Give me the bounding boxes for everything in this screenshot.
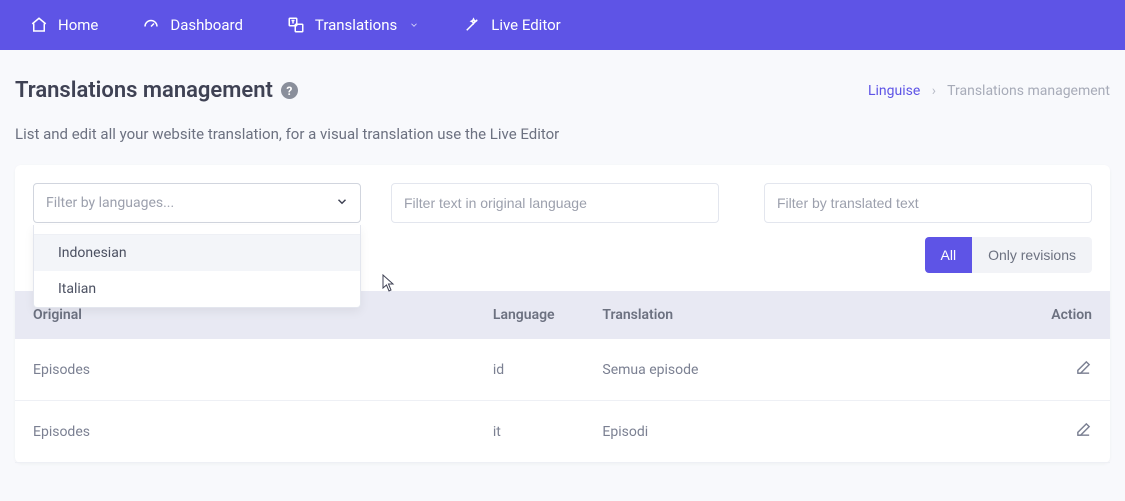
page-subtitle: List and edit all your website translati… xyxy=(0,103,1125,143)
th-language: Language xyxy=(475,291,585,339)
edit-icon[interactable] xyxy=(1075,359,1092,376)
nav-home[interactable]: Home xyxy=(8,0,120,50)
page-title: Translations management ? xyxy=(15,78,298,103)
cell-original: Episodes xyxy=(15,401,475,463)
cell-original: Episodes xyxy=(15,339,475,401)
dropdown-divider xyxy=(34,225,360,235)
original-text-filter[interactable] xyxy=(391,183,719,223)
dropdown-option-italian[interactable]: Italian xyxy=(34,271,360,307)
nav-home-label: Home xyxy=(58,16,98,34)
language-filter[interactable]: Filter by languages... Indonesian Italia… xyxy=(33,183,361,223)
nav-translations[interactable]: Translations xyxy=(265,0,441,50)
language-filter-placeholder: Filter by languages... xyxy=(46,195,174,211)
nav-dashboard-label: Dashboard xyxy=(170,16,243,34)
language-filter-input[interactable]: Filter by languages... xyxy=(33,183,361,223)
page-header: Translations management ? Linguise › Tra… xyxy=(0,50,1125,103)
top-nav: Home Dashboard Translations Live Editor xyxy=(0,0,1125,50)
translated-text-filter[interactable] xyxy=(764,183,1092,223)
breadcrumb: Linguise › Translations management xyxy=(868,83,1110,99)
filter-row: Filter by languages... Indonesian Italia… xyxy=(15,165,1110,223)
toggle-revisions[interactable]: Only revisions xyxy=(972,237,1092,273)
translate-icon xyxy=(287,16,305,34)
page-title-text: Translations management xyxy=(15,78,273,103)
revision-toggle: All Only revisions xyxy=(925,237,1092,273)
cell-translation: Episodi xyxy=(584,401,1022,463)
nav-translations-label: Translations xyxy=(315,16,397,34)
help-icon[interactable]: ? xyxy=(281,82,298,99)
nav-live-editor-label: Live Editor xyxy=(491,16,560,34)
breadcrumb-separator: › xyxy=(932,83,936,99)
toggle-all[interactable]: All xyxy=(925,237,973,273)
cell-language: id xyxy=(475,339,585,401)
translations-table: Original Language Translation Action Epi… xyxy=(15,291,1110,463)
chevron-down-icon xyxy=(409,16,419,34)
breadcrumb-root[interactable]: Linguise xyxy=(868,83,920,99)
content-card: Filter by languages... Indonesian Italia… xyxy=(15,165,1110,463)
gauge-icon xyxy=(142,16,160,34)
cell-action xyxy=(1022,339,1110,401)
breadcrumb-current: Translations management xyxy=(947,83,1110,99)
cell-action xyxy=(1022,401,1110,463)
cell-translation: Semua episode xyxy=(584,339,1022,401)
edit-icon[interactable] xyxy=(1075,421,1092,438)
table-row: Episodes id Semua episode xyxy=(15,339,1110,401)
th-action: Action xyxy=(1022,291,1110,339)
nav-live-editor[interactable]: Live Editor xyxy=(441,0,582,50)
th-translation: Translation xyxy=(584,291,1022,339)
table-row: Episodes it Episodi xyxy=(15,401,1110,463)
cell-language: it xyxy=(475,401,585,463)
language-dropdown: Indonesian Italian xyxy=(33,225,361,308)
nav-dashboard[interactable]: Dashboard xyxy=(120,0,265,50)
wand-icon xyxy=(463,16,481,34)
dropdown-option-indonesian[interactable]: Indonesian xyxy=(34,235,360,271)
home-icon xyxy=(30,16,48,34)
